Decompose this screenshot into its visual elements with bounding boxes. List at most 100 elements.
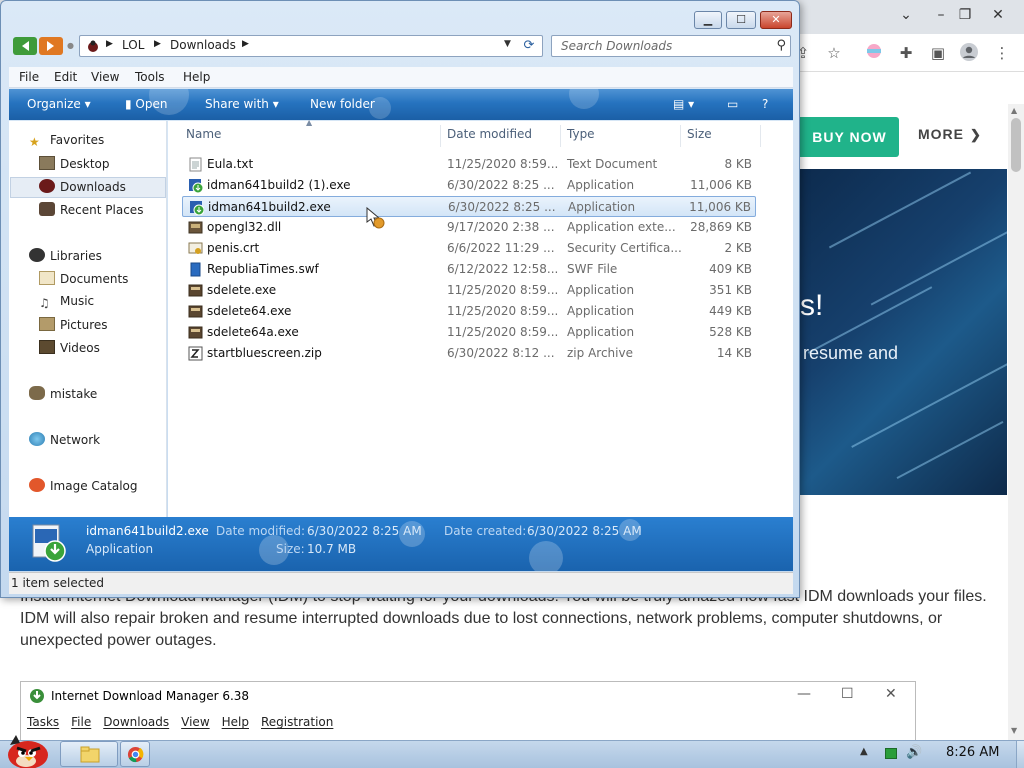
column-size[interactable]: Size bbox=[687, 127, 712, 141]
extension-flag-icon[interactable] bbox=[863, 42, 885, 64]
more-menu[interactable]: MORE ❯ bbox=[918, 126, 982, 143]
file-row[interactable]: sdelete64.exe 11/25/2020 8:59... Applicati… bbox=[182, 301, 756, 322]
file-row[interactable]: idman641build2.exe 6/30/2022 8:25 ... Appl… bbox=[182, 196, 756, 217]
back-forward-icon[interactable] bbox=[13, 37, 63, 55]
file-row[interactable]: penis.crt 6/6/2022 11:29 ... Security Cert… bbox=[182, 238, 756, 259]
nav-libraries[interactable]: Libraries bbox=[29, 248, 102, 263]
file-row[interactable]: startbluescreen.zip 6/30/2022 8:12 ... zip… bbox=[182, 343, 756, 364]
nav-videos[interactable]: Videos bbox=[39, 340, 100, 355]
menu-downloads[interactable]: Downloads bbox=[103, 715, 169, 729]
column-type[interactable]: Type bbox=[567, 127, 595, 141]
certificate-icon bbox=[188, 242, 203, 254]
minimize-icon[interactable]: — bbox=[797, 686, 811, 702]
profile-avatar-icon[interactable] bbox=[958, 42, 980, 64]
file-row[interactable]: opengl32.dll 9/17/2020 2:38 ... Applicatio… bbox=[182, 217, 756, 238]
nav-pictures[interactable]: Pictures bbox=[39, 317, 108, 332]
buy-now-button[interactable]: BUY NOW bbox=[800, 117, 899, 157]
hero-heading: s! bbox=[800, 289, 824, 322]
nav-mistake[interactable]: mistake bbox=[29, 386, 97, 401]
menu-file[interactable]: File bbox=[19, 70, 39, 84]
scroll-down-icon[interactable]: ▼ bbox=[1011, 726, 1017, 735]
menu-view[interactable]: View bbox=[91, 70, 119, 84]
breadcrumb-downloads[interactable]: Downloads bbox=[170, 38, 236, 52]
menu-tools[interactable]: Tools bbox=[135, 70, 165, 84]
sort-up-icon: ▲ bbox=[306, 118, 313, 127]
file-row[interactable]: sdelete.exe 11/25/2020 8:59... Application… bbox=[182, 280, 756, 301]
show-hidden-icons-icon[interactable]: ▲ bbox=[860, 746, 868, 757]
page-scrollbar[interactable] bbox=[1008, 104, 1024, 740]
taskbar-explorer-button[interactable] bbox=[60, 741, 118, 767]
details-date-created-label: Date created: bbox=[444, 524, 527, 538]
file-type: Security Certifica... bbox=[567, 241, 682, 255]
zip-file-icon bbox=[188, 346, 203, 361]
chevron-down-icon[interactable]: ⌄ bbox=[891, 4, 921, 26]
file-row[interactable]: sdelete64a.exe 11/25/2020 8:59... Applicat… bbox=[182, 322, 756, 343]
menu-tasks[interactable]: Tasks bbox=[27, 715, 59, 729]
scroll-up-icon[interactable]: ▲ bbox=[1011, 106, 1017, 115]
nav-network[interactable]: Network bbox=[29, 432, 100, 447]
close-icon[interactable]: ✕ bbox=[885, 686, 897, 702]
homegroup-icon bbox=[29, 386, 45, 400]
organize-button[interactable]: Organize ▾ bbox=[27, 97, 91, 111]
file-size: 351 KB bbox=[709, 283, 752, 297]
menu-view[interactable]: View bbox=[181, 715, 209, 729]
hero-banner: s! resume and bbox=[800, 169, 1007, 495]
search-input[interactable]: Search Downloads ⚲ bbox=[551, 35, 791, 57]
scroll-thumb[interactable] bbox=[1011, 118, 1021, 172]
column-date-modified[interactable]: Date modified bbox=[447, 127, 532, 141]
taskbar-chrome-button[interactable] bbox=[120, 741, 150, 767]
address-bar[interactable]: ▶ LOL ▶ Downloads ▶ ▼ bbox=[79, 35, 543, 57]
nav-label: Downloads bbox=[60, 180, 126, 194]
show-desktop-button[interactable] bbox=[1016, 741, 1024, 768]
nav-favorites[interactable]: ★ Favorites bbox=[29, 133, 104, 149]
menu-help[interactable]: Help bbox=[222, 715, 249, 729]
change-view-icon[interactable]: ▤ ▾ bbox=[673, 97, 694, 111]
tray-clock[interactable]: 8:26 AM bbox=[946, 745, 999, 760]
explorer-window: ▁ ☐ ✕ ● ▶ LOL ▶ Downloads ▶ ▼ ⟳ Search D… bbox=[0, 0, 800, 598]
nav-recent-places[interactable]: Recent Places bbox=[39, 202, 143, 217]
recent-pages-icon[interactable]: ● bbox=[67, 41, 74, 50]
minimize-icon[interactable]: ▁ bbox=[694, 11, 722, 29]
start-angry-bird-icon[interactable] bbox=[4, 729, 54, 768]
restore-icon[interactable]: ❐ bbox=[950, 4, 980, 26]
nav-desktop[interactable]: Desktop bbox=[39, 156, 110, 171]
idm-app-icon bbox=[190, 201, 204, 215]
close-icon[interactable]: ✕ bbox=[760, 11, 792, 29]
refresh-icon[interactable]: ⟳ bbox=[517, 37, 541, 55]
file-row[interactable]: Eula.txt 11/25/2020 8:59... Text Document 8… bbox=[182, 154, 756, 175]
address-dropdown-icon[interactable]: ▼ bbox=[504, 39, 511, 49]
file-row[interactable]: RepubliaTimes.swf 6/12/2022 12:58... SWF F… bbox=[182, 259, 756, 280]
volume-icon[interactable]: 🔊 bbox=[906, 745, 922, 760]
exe-file-icon bbox=[188, 284, 203, 297]
file-row[interactable]: idman641build2 (1).exe 6/30/2022 8:25 ...… bbox=[182, 175, 756, 196]
breadcrumb-arrow-icon[interactable]: ▶ bbox=[106, 39, 113, 49]
maximize-icon[interactable]: ☐ bbox=[726, 11, 756, 29]
menu-file[interactable]: File bbox=[71, 715, 91, 729]
share-with-button[interactable]: Share with ▾ bbox=[205, 97, 279, 111]
nav-music[interactable]: ♫ Music bbox=[39, 294, 94, 310]
menu-edit[interactable]: Edit bbox=[54, 70, 77, 84]
details-file-kind: Application bbox=[86, 542, 154, 556]
close-icon[interactable]: ✕ bbox=[983, 4, 1013, 26]
search-icon[interactable]: ⚲ bbox=[776, 38, 786, 53]
nav-downloads[interactable]: Downloads bbox=[39, 179, 126, 194]
breadcrumb-arrow-icon[interactable]: ▶ bbox=[154, 39, 161, 49]
maximize-icon[interactable]: ☐ bbox=[841, 686, 854, 702]
breadcrumb-arrow-icon[interactable]: ▶ bbox=[242, 39, 249, 49]
menu-registration[interactable]: Registration bbox=[261, 715, 333, 729]
search-placeholder: Search Downloads bbox=[561, 39, 673, 53]
menu-help[interactable]: Help bbox=[183, 70, 210, 84]
bookmark-star-icon[interactable]: ☆ bbox=[823, 42, 845, 64]
new-folder-button[interactable]: New folder bbox=[310, 97, 375, 111]
extensions-puzzle-icon[interactable]: ✚ bbox=[895, 42, 917, 64]
side-panel-icon[interactable]: ▣ bbox=[927, 42, 949, 64]
nav-image-catalog[interactable]: Image Catalog bbox=[29, 478, 137, 493]
nav-documents[interactable]: Documents bbox=[39, 271, 128, 286]
help-icon[interactable]: ? bbox=[762, 97, 768, 111]
open-button[interactable]: ▮ Open bbox=[125, 97, 167, 111]
network-status-icon[interactable] bbox=[885, 748, 897, 759]
column-name[interactable]: Name bbox=[186, 127, 221, 141]
preview-pane-icon[interactable]: ▭ bbox=[727, 97, 738, 111]
kebab-menu-icon[interactable]: ⋮ bbox=[991, 42, 1013, 64]
breadcrumb-lol[interactable]: LOL bbox=[122, 38, 144, 52]
